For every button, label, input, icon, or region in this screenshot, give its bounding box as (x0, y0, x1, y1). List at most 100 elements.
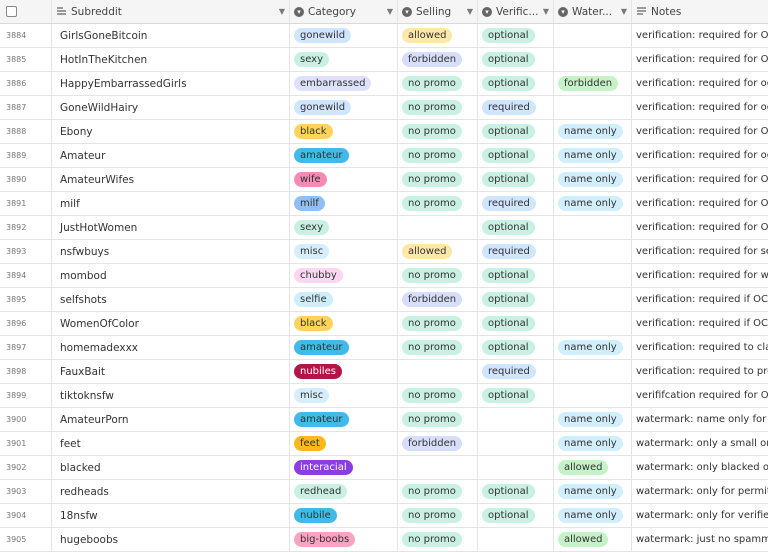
selling-cell[interactable] (398, 456, 478, 479)
subreddit-cell[interactable]: feet (52, 432, 290, 455)
verification-cell[interactable]: optional (478, 504, 554, 527)
subreddit-cell[interactable]: 18nsfw (52, 504, 290, 527)
subreddit-cell[interactable]: homemadexxx (52, 336, 290, 359)
notes-cell[interactable]: verification: required for oc... (632, 144, 768, 167)
selling-cell[interactable]: no promo (398, 96, 478, 119)
verification-cell[interactable]: optional (478, 312, 554, 335)
watermark-cell[interactable] (554, 288, 632, 311)
verification-cell[interactable] (478, 456, 554, 479)
subreddit-cell[interactable]: AmateurWifes (52, 168, 290, 191)
table-row[interactable]: 3886 HappyEmbarrassedGirls embarrassed no p… (0, 72, 768, 96)
notes-cell[interactable]: verification: required for sel... (632, 240, 768, 263)
subreddit-cell[interactable]: blacked (52, 456, 290, 479)
notes-cell[interactable]: verififcation required for OC (632, 384, 768, 407)
category-cell[interactable]: black (290, 120, 398, 143)
watermark-cell[interactable] (554, 384, 632, 407)
watermark-cell[interactable]: name only (554, 144, 632, 167)
category-cell[interactable]: black (290, 312, 398, 335)
verification-cell[interactable]: optional (478, 168, 554, 191)
selling-cell[interactable]: no promo (398, 336, 478, 359)
notes-cell[interactable]: watermark: only blacked or... (632, 456, 768, 479)
row-number-cell[interactable]: 3897 (0, 336, 52, 359)
watermark-cell[interactable]: name only (554, 336, 632, 359)
selling-cell[interactable]: no promo (398, 72, 478, 95)
verification-cell[interactable]: optional (478, 48, 554, 71)
verification-cell[interactable]: optional (478, 288, 554, 311)
row-number-cell[interactable]: 3893 (0, 240, 52, 263)
subreddit-cell[interactable]: nsfwbuys (52, 240, 290, 263)
table-row[interactable]: 3905 hugeboobs big-boobs no promo allowed wat… (0, 528, 768, 552)
category-cell[interactable]: gonewild (290, 96, 398, 119)
table-row[interactable]: 3904 18nsfw nubile no promo optional name onl… (0, 504, 768, 528)
selling-cell[interactable]: allowed (398, 24, 478, 47)
notes-cell[interactable]: verification: required for wi... (632, 264, 768, 287)
header-subreddit[interactable]: Subreddit ▼ (52, 0, 290, 23)
subreddit-cell[interactable]: hugeboobs (52, 528, 290, 551)
table-row[interactable]: 3900 AmateurPorn amateur no promo name only w… (0, 408, 768, 432)
header-category[interactable]: ▾ Category ▼ (290, 0, 398, 23)
category-cell[interactable]: amateur (290, 336, 398, 359)
notes-cell[interactable]: verification: required if OC (632, 288, 768, 311)
chevron-down-icon[interactable]: ▼ (467, 7, 473, 16)
chevron-down-icon[interactable]: ▼ (387, 7, 393, 16)
category-cell[interactable]: wife (290, 168, 398, 191)
subreddit-cell[interactable]: milf (52, 192, 290, 215)
watermark-cell[interactable] (554, 360, 632, 383)
notes-cell[interactable]: watermark: only a small on... (632, 432, 768, 455)
row-number-cell[interactable]: 3903 (0, 480, 52, 503)
notes-cell[interactable]: watermark: only for verified... (632, 504, 768, 527)
verification-cell[interactable]: optional (478, 384, 554, 407)
notes-cell[interactable]: verification: required for OC (632, 48, 768, 71)
selling-cell[interactable]: no promo (398, 528, 478, 551)
row-number-cell[interactable]: 3905 (0, 528, 52, 551)
selling-cell[interactable]: forbidden (398, 288, 478, 311)
subreddit-cell[interactable]: Ebony (52, 120, 290, 143)
verification-cell[interactable]: optional (478, 264, 554, 287)
watermark-cell[interactable]: name only (554, 504, 632, 527)
table-row[interactable]: 3887 GoneWildHairy gonewild no promo require… (0, 96, 768, 120)
category-cell[interactable]: gonewild (290, 24, 398, 47)
row-number-cell[interactable]: 3886 (0, 72, 52, 95)
category-cell[interactable]: chubby (290, 264, 398, 287)
selling-cell[interactable]: no promo (398, 144, 478, 167)
subreddit-cell[interactable]: WomenOfColor (52, 312, 290, 335)
subreddit-cell[interactable]: AmateurPorn (52, 408, 290, 431)
verification-cell[interactable]: required (478, 240, 554, 263)
row-number-cell[interactable]: 3902 (0, 456, 52, 479)
selling-cell[interactable]: allowed (398, 240, 478, 263)
table-row[interactable]: 3898 FauxBait nubiles required verification:… (0, 360, 768, 384)
notes-cell[interactable]: verification: required if OC (632, 312, 768, 335)
table-row[interactable]: 3891 milf milf no promo required name only ver… (0, 192, 768, 216)
chevron-down-icon[interactable]: ▼ (621, 7, 627, 16)
row-number-cell[interactable]: 3890 (0, 168, 52, 191)
watermark-cell[interactable] (554, 96, 632, 119)
row-number-cell[interactable]: 3887 (0, 96, 52, 119)
table-row[interactable]: 3893 nsfwbuys misc allowed required verificat… (0, 240, 768, 264)
row-number-cell[interactable]: 3896 (0, 312, 52, 335)
watermark-cell[interactable]: name only (554, 168, 632, 191)
category-cell[interactable]: misc (290, 240, 398, 263)
table-row[interactable]: 3895 selfshots selfie forbidden optional veri… (0, 288, 768, 312)
row-number-cell[interactable]: 3894 (0, 264, 52, 287)
notes-cell[interactable]: verification: required for O... (632, 168, 768, 191)
table-row[interactable]: 3896 WomenOfColor black no promo optional ver… (0, 312, 768, 336)
verification-cell[interactable]: optional (478, 216, 554, 239)
watermark-cell[interactable]: name only (554, 480, 632, 503)
selling-cell[interactable]: no promo (398, 408, 478, 431)
verification-cell[interactable]: optional (478, 480, 554, 503)
select-all-checkbox[interactable] (6, 6, 17, 17)
category-cell[interactable]: nubile (290, 504, 398, 527)
subreddit-cell[interactable]: selfshots (52, 288, 290, 311)
category-cell[interactable]: sexy (290, 48, 398, 71)
verification-cell[interactable] (478, 432, 554, 455)
notes-cell[interactable]: verification: required for oc (632, 96, 768, 119)
subreddit-cell[interactable]: tiktoknsfw (52, 384, 290, 407)
notes-cell[interactable]: verification: required for O... (632, 216, 768, 239)
watermark-cell[interactable] (554, 312, 632, 335)
row-number-cell[interactable]: 3901 (0, 432, 52, 455)
category-cell[interactable]: selfie (290, 288, 398, 311)
subreddit-cell[interactable]: JustHotWomen (52, 216, 290, 239)
selling-cell[interactable] (398, 216, 478, 239)
category-cell[interactable]: feet (290, 432, 398, 455)
notes-cell[interactable]: verification: required for O... (632, 192, 768, 215)
